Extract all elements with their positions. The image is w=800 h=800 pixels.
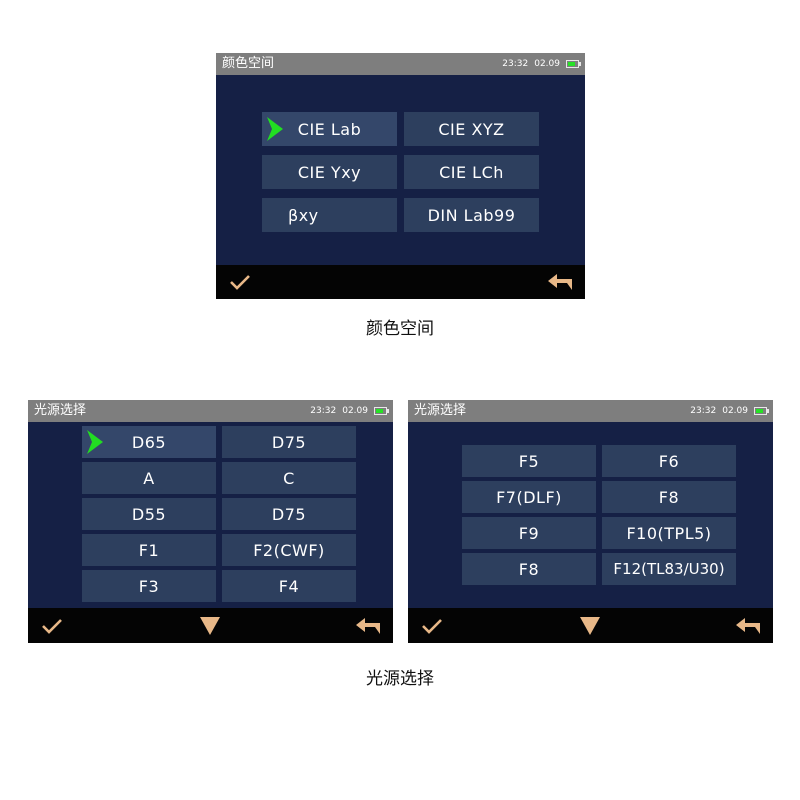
color-space-screen: 颜色空间 23:32 02.09 CIE Lab CIE XYZ CIE Yxy… (216, 53, 585, 299)
option-label: F1 (138, 540, 160, 560)
back-arrow-icon[interactable] (547, 273, 573, 291)
option-label: D75 (271, 504, 307, 524)
selection-arrow-icon (87, 430, 103, 454)
option-cie-lab[interactable]: CIE Lab (262, 112, 397, 146)
option-label: F9 (518, 523, 540, 543)
option-label: F12(TL83/U30) (613, 560, 725, 578)
option-beta-xy[interactable]: βxy (262, 198, 397, 232)
down-triangle-icon[interactable] (200, 617, 220, 635)
option-label: F8 (518, 559, 540, 579)
option-d55[interactable]: D55 (82, 498, 216, 530)
option-f9[interactable]: F9 (462, 517, 596, 549)
option-d75-2[interactable]: D75 (222, 498, 356, 530)
option-d65[interactable]: D65 (82, 426, 216, 458)
option-din-lab99[interactable]: DIN Lab99 (404, 198, 539, 232)
option-cie-lch[interactable]: CIE LCh (404, 155, 539, 189)
down-triangle-icon[interactable] (580, 617, 600, 635)
option-cie-yxy[interactable]: CIE Yxy (262, 155, 397, 189)
option-label: D75 (271, 432, 307, 452)
option-label: F8 (658, 487, 680, 507)
illuminant-screen-2: 光源选择 23:32 02.09 F5 F6 F7(DLF) F8 F9 F10… (408, 400, 773, 643)
option-label: F4 (278, 576, 300, 596)
back-arrow-icon[interactable] (355, 617, 381, 635)
footer-bar (216, 265, 585, 299)
option-label: CIE Yxy (297, 162, 362, 182)
option-label: F3 (138, 576, 160, 596)
battery-icon (754, 407, 769, 415)
clock-date: 02.09 (342, 406, 368, 416)
clock-time: 23:32 (502, 59, 529, 69)
option-f8[interactable]: F8 (602, 481, 736, 513)
option-f2-cwf[interactable]: F2(CWF) (222, 534, 356, 566)
screen-title: 颜色空间 (222, 56, 275, 71)
option-label: DIN Lab99 (427, 205, 516, 225)
clock-time: 23:32 (310, 406, 337, 416)
clock-date: 02.09 (534, 59, 560, 69)
option-label: F6 (658, 451, 680, 471)
option-label: CIE LCh (439, 162, 504, 182)
option-label: F10(TPL5) (626, 523, 712, 543)
checkmark-icon[interactable] (41, 618, 63, 634)
option-label: F2(CWF) (253, 540, 325, 560)
option-f1[interactable]: F1 (82, 534, 216, 566)
illuminant-screen-1: 光源选择 23:32 02.09 D65 D75 A C D55 D75 F1 … (28, 400, 393, 643)
option-f3[interactable]: F3 (82, 570, 216, 602)
option-f7-dlf[interactable]: F7(DLF) (462, 481, 596, 513)
screen-title: 光源选择 (414, 403, 467, 418)
option-label: CIE XYZ (438, 119, 505, 139)
option-f10-tpl5[interactable]: F10(TPL5) (602, 517, 736, 549)
title-bar: 颜色空间 23:32 02.09 (216, 53, 585, 75)
screen-title: 光源选择 (34, 403, 87, 418)
option-f12-tl83-u30[interactable]: F12(TL83/U30) (602, 553, 736, 585)
clock-date: 02.09 (722, 406, 748, 416)
checkmark-icon[interactable] (229, 274, 251, 290)
footer-bar (408, 608, 773, 643)
option-label: CIE Lab (297, 119, 362, 139)
status-area: 23:32 02.09 (502, 58, 581, 70)
clock-time: 23:32 (690, 406, 717, 416)
option-f6[interactable]: F6 (602, 445, 736, 477)
option-label: C (283, 468, 295, 488)
option-label: A (143, 468, 155, 488)
option-label: D65 (131, 432, 167, 452)
option-f8-2[interactable]: F8 (462, 553, 596, 585)
option-c[interactable]: C (222, 462, 356, 494)
option-cie-xyz[interactable]: CIE XYZ (404, 112, 539, 146)
caption-illuminant: 光源选择 (366, 669, 434, 689)
status-area: 23:32 02.09 (690, 405, 769, 417)
battery-icon (566, 60, 581, 68)
back-arrow-icon[interactable] (735, 617, 761, 635)
title-bar: 光源选择 23:32 02.09 (408, 400, 773, 422)
option-a[interactable]: A (82, 462, 216, 494)
option-label: F5 (518, 451, 540, 471)
option-f4[interactable]: F4 (222, 570, 356, 602)
caption-color-space: 颜色空间 (366, 319, 434, 339)
option-f5[interactable]: F5 (462, 445, 596, 477)
checkmark-icon[interactable] (421, 618, 443, 634)
option-label: D55 (131, 504, 167, 524)
battery-icon (374, 407, 389, 415)
footer-bar (28, 608, 393, 643)
status-area: 23:32 02.09 (310, 405, 389, 417)
option-label: F7(DLF) (496, 487, 562, 507)
option-label: βxy (288, 205, 319, 225)
title-bar: 光源选择 23:32 02.09 (28, 400, 393, 422)
selection-arrow-icon (267, 117, 283, 141)
option-d75[interactable]: D75 (222, 426, 356, 458)
